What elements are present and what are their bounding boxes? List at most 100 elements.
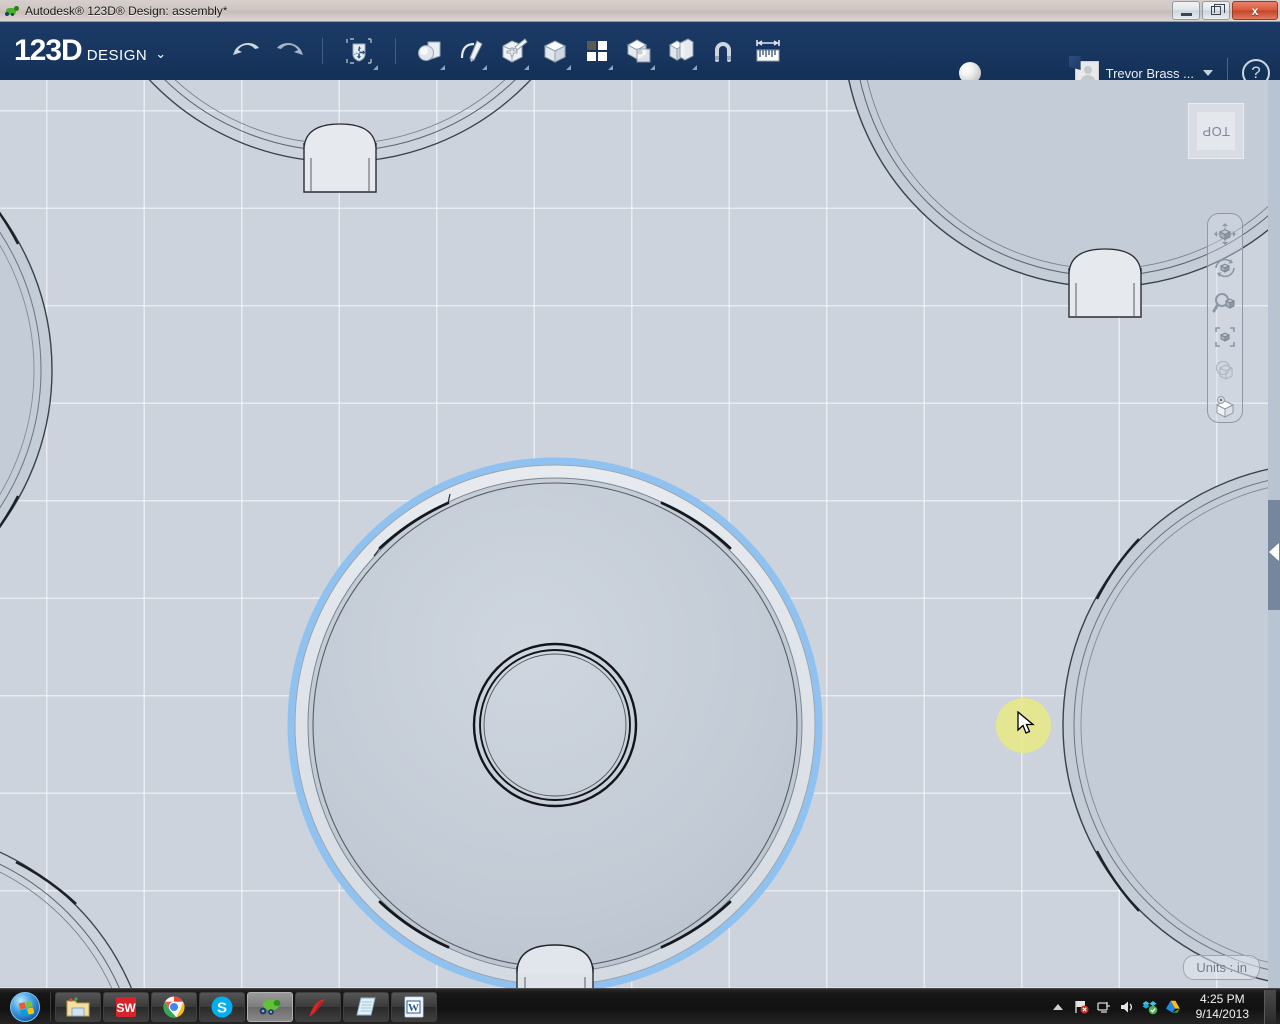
- tray-network[interactable]: [1096, 999, 1112, 1015]
- svg-text:SW: SW: [116, 1001, 136, 1015]
- wireframe-icon: [1215, 361, 1233, 381]
- show-desktop-button[interactable]: [1264, 989, 1276, 1024]
- measure-button[interactable]: [744, 29, 792, 73]
- chevron-down-icon[interactable]: [608, 65, 614, 70]
- taskbar-divider: [50, 991, 51, 1022]
- close-button[interactable]: x: [1232, 1, 1278, 20]
- taskbar-firebird[interactable]: [295, 991, 341, 1022]
- app-logo[interactable]: 123D DESIGN ⌄: [14, 34, 166, 68]
- 123d-design-icon: [259, 999, 281, 1015]
- wireframe-tool-icon[interactable]: [1209, 355, 1241, 387]
- snap-magnet-icon: [715, 42, 732, 62]
- speaker-icon: [1120, 1001, 1132, 1012]
- chevron-down-icon[interactable]: [650, 65, 656, 70]
- taskbar-solidworks[interactable]: SW: [103, 991, 149, 1022]
- clock-time: 4:25 PM: [1199, 991, 1245, 1006]
- chevron-down-icon[interactable]: [524, 65, 530, 70]
- start-button[interactable]: [3, 990, 47, 1024]
- construct-icon: [502, 38, 528, 63]
- taskbar-chrome[interactable]: [151, 991, 197, 1022]
- camera-view-icon: [1215, 395, 1235, 418]
- combine-button[interactable]: [660, 29, 702, 73]
- view-cube-label: TOP: [1202, 123, 1230, 139]
- pattern-grid-icon: [587, 41, 608, 61]
- taskbar-notepad[interactable]: [343, 991, 389, 1022]
- sketch-button[interactable]: [450, 29, 492, 73]
- mouse-cursor: [1017, 711, 1035, 734]
- tray-show-hidden-icons[interactable]: [1050, 999, 1066, 1015]
- center-disc[interactable]: [287, 457, 823, 988]
- title-bar: Autodesk® 123D® Design: assembly* x: [0, 0, 1280, 22]
- transform-button[interactable]: [335, 29, 383, 73]
- top-disc[interactable]: [78, 80, 602, 193]
- model-scene: [0, 80, 1280, 988]
- orbit-tool-icon[interactable]: [1209, 252, 1241, 284]
- taskbar-123d[interactable]: [247, 991, 293, 1022]
- right-panel-strip: [1268, 80, 1280, 988]
- primitives-icon: [418, 41, 441, 61]
- skype-icon: S: [211, 996, 233, 1017]
- system-tray: 4:25 PM 9/14/2013: [1050, 989, 1280, 1024]
- notepad-icon: [356, 997, 376, 1015]
- modify-button[interactable]: [534, 29, 576, 73]
- modify-cube-icon: [544, 40, 567, 63]
- right-disc[interactable]: [1062, 463, 1280, 987]
- pan-tool-icon[interactable]: [1209, 218, 1241, 250]
- svg-text:W: W: [408, 1002, 419, 1014]
- tool-group: [226, 29, 792, 73]
- chevron-down-icon[interactable]: [1203, 70, 1213, 76]
- windows-taskbar: SW S W 4:25 PM 9/14/2013: [0, 988, 1280, 1024]
- app-toolbar: 123D DESIGN ⌄ Trevor Brass ... ?: [0, 22, 1280, 88]
- bottom-left-disc[interactable]: [0, 828, 152, 988]
- measure-ruler-icon: [756, 40, 780, 62]
- flag-icon: [1074, 1000, 1089, 1013]
- chevron-down-icon[interactable]: [692, 65, 698, 70]
- dropbox-icon: [1142, 1000, 1157, 1014]
- units-button[interactable]: Units : in: [1183, 955, 1260, 980]
- view-cube-tool-icon[interactable]: [1209, 390, 1241, 422]
- redo-button[interactable]: [268, 29, 310, 73]
- clock[interactable]: 4:25 PM 9/14/2013: [1188, 992, 1257, 1022]
- redo-arrow-icon: [277, 42, 304, 55]
- view-cube[interactable]: TOP: [1188, 103, 1244, 159]
- viewport-3d[interactable]: TOP Units: in: [0, 80, 1280, 988]
- primitives-button[interactable]: [408, 29, 450, 73]
- bird-icon: [309, 998, 325, 1017]
- tray-google-drive[interactable]: [1165, 999, 1181, 1015]
- construct-button[interactable]: [492, 29, 534, 73]
- restore-button[interactable]: [1202, 1, 1230, 20]
- pattern-button[interactable]: [576, 29, 618, 73]
- zoom-tool-icon[interactable]: [1209, 287, 1241, 319]
- grouping-button[interactable]: [618, 29, 660, 73]
- fit-to-view-icon: [1215, 327, 1235, 347]
- chevron-down-icon[interactable]: [440, 65, 446, 70]
- taskbar-explorer[interactable]: [55, 991, 101, 1022]
- left-disc[interactable]: [0, 108, 53, 632]
- chevron-left-icon[interactable]: [1269, 543, 1279, 561]
- toolbar-divider: [395, 38, 397, 64]
- chevron-down-icon[interactable]: ⌄: [155, 46, 166, 62]
- network-icon: [1096, 1001, 1110, 1013]
- undo-button[interactable]: [226, 29, 268, 73]
- chevron-down-icon[interactable]: [566, 65, 572, 70]
- taskbar-word[interactable]: W: [391, 991, 437, 1022]
- application-window: Autodesk® 123D® Design: assembly* x 123D…: [0, 0, 1280, 1024]
- undo-arrow-icon: [233, 42, 260, 55]
- navigation-bar: [1207, 213, 1243, 423]
- fit-tool-icon[interactable]: [1209, 321, 1241, 353]
- orbit-icon: [1215, 259, 1235, 278]
- tray-volume[interactable]: [1119, 999, 1135, 1015]
- tray-action-center[interactable]: [1073, 999, 1089, 1015]
- chrome-icon: [163, 996, 185, 1017]
- folder-icon: [66, 996, 90, 1016]
- minimize-button[interactable]: [1172, 1, 1200, 20]
- toolbar-divider: [322, 38, 324, 64]
- taskbar-skype[interactable]: S: [199, 991, 245, 1022]
- tray-dropbox[interactable]: [1142, 999, 1158, 1015]
- user-name-label: Trevor Brass ...: [1105, 65, 1194, 81]
- snap-button[interactable]: [702, 29, 744, 73]
- chevron-down-icon[interactable]: [373, 65, 379, 70]
- transform-move-icon: [346, 38, 372, 64]
- view-cube-top-face[interactable]: TOP: [1197, 112, 1235, 150]
- chevron-down-icon[interactable]: [482, 65, 488, 70]
